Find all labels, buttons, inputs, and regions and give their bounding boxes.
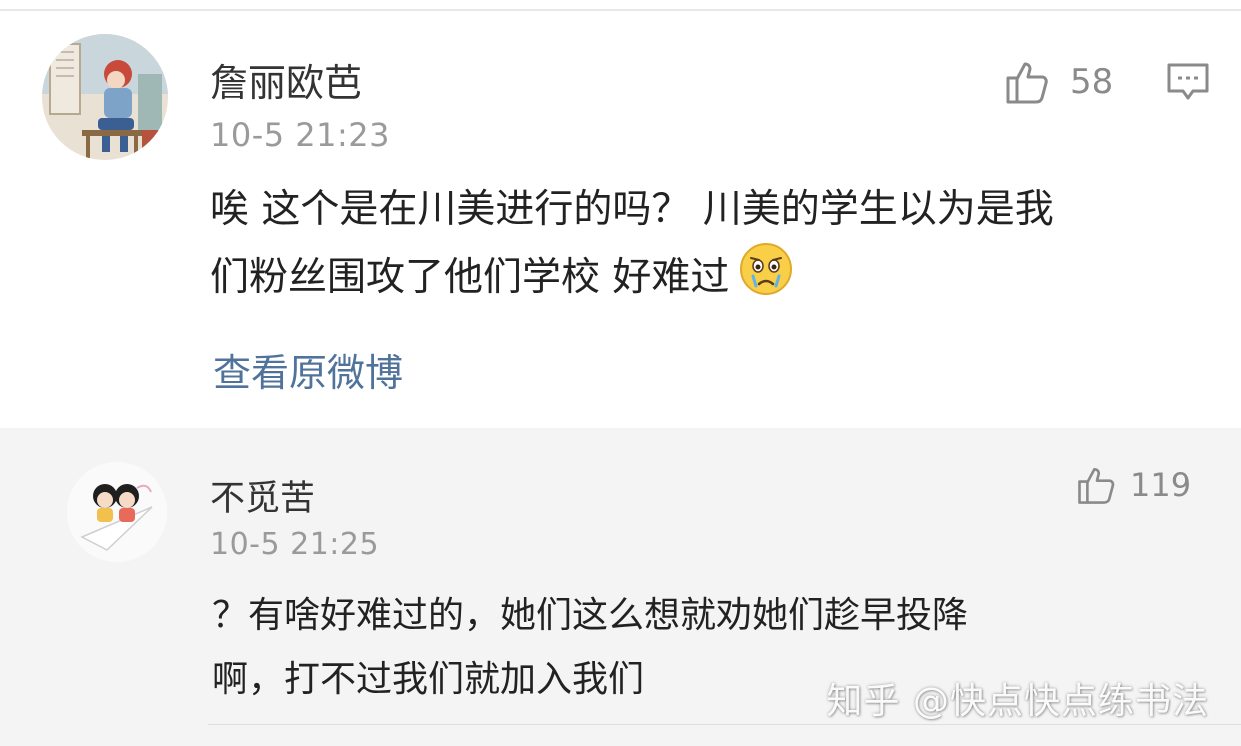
thumbs-up-icon	[1006, 62, 1048, 104]
timestamp-2: 10-5 21:25	[210, 527, 380, 562]
avatar-1[interactable]	[42, 34, 168, 160]
comment-1-line-2: 们粉丝围攻了他们学校 好难过	[210, 255, 730, 300]
avatar-2[interactable]	[67, 462, 167, 562]
username-2[interactable]: 不觅苦	[210, 470, 315, 521]
like-count-2: 119	[1130, 466, 1192, 504]
cartoon-couple-avatar-icon	[67, 462, 167, 562]
username-1[interactable]: 詹丽欧芭	[210, 52, 362, 107]
reply-button-1[interactable]	[1166, 62, 1210, 106]
crying-face-emoji-icon	[739, 242, 793, 306]
comment-1-line-2-wrap: 们粉丝围攻了他们学校 好难过	[210, 242, 793, 306]
comment-2-line-1: ？有啥好难过的，她们这么想就劝她们趁早投降	[212, 595, 969, 636]
bottom-divider	[208, 724, 1241, 725]
zhihu-watermark: 知乎 @快点快点练书法	[826, 681, 1209, 722]
thumbs-up-icon	[1078, 467, 1115, 504]
view-original-link[interactable]: 查看原微博	[213, 342, 403, 397]
like-button-2[interactable]: 119	[1076, 464, 1191, 506]
anime-girl-avatar-icon	[42, 34, 168, 160]
like-count-1: 58	[1070, 62, 1114, 102]
comment-1-line-1: 唉 这个是在川美进行的吗？ 川美的学生以为是我	[210, 187, 1054, 232]
timestamp-1: 10-5 21:23	[210, 116, 391, 154]
comment-bubble-icon	[1167, 63, 1209, 100]
like-button-1[interactable]: 58	[1004, 58, 1113, 106]
comment-2-line-2: 啊，打不过我们就加入我们	[212, 659, 645, 700]
